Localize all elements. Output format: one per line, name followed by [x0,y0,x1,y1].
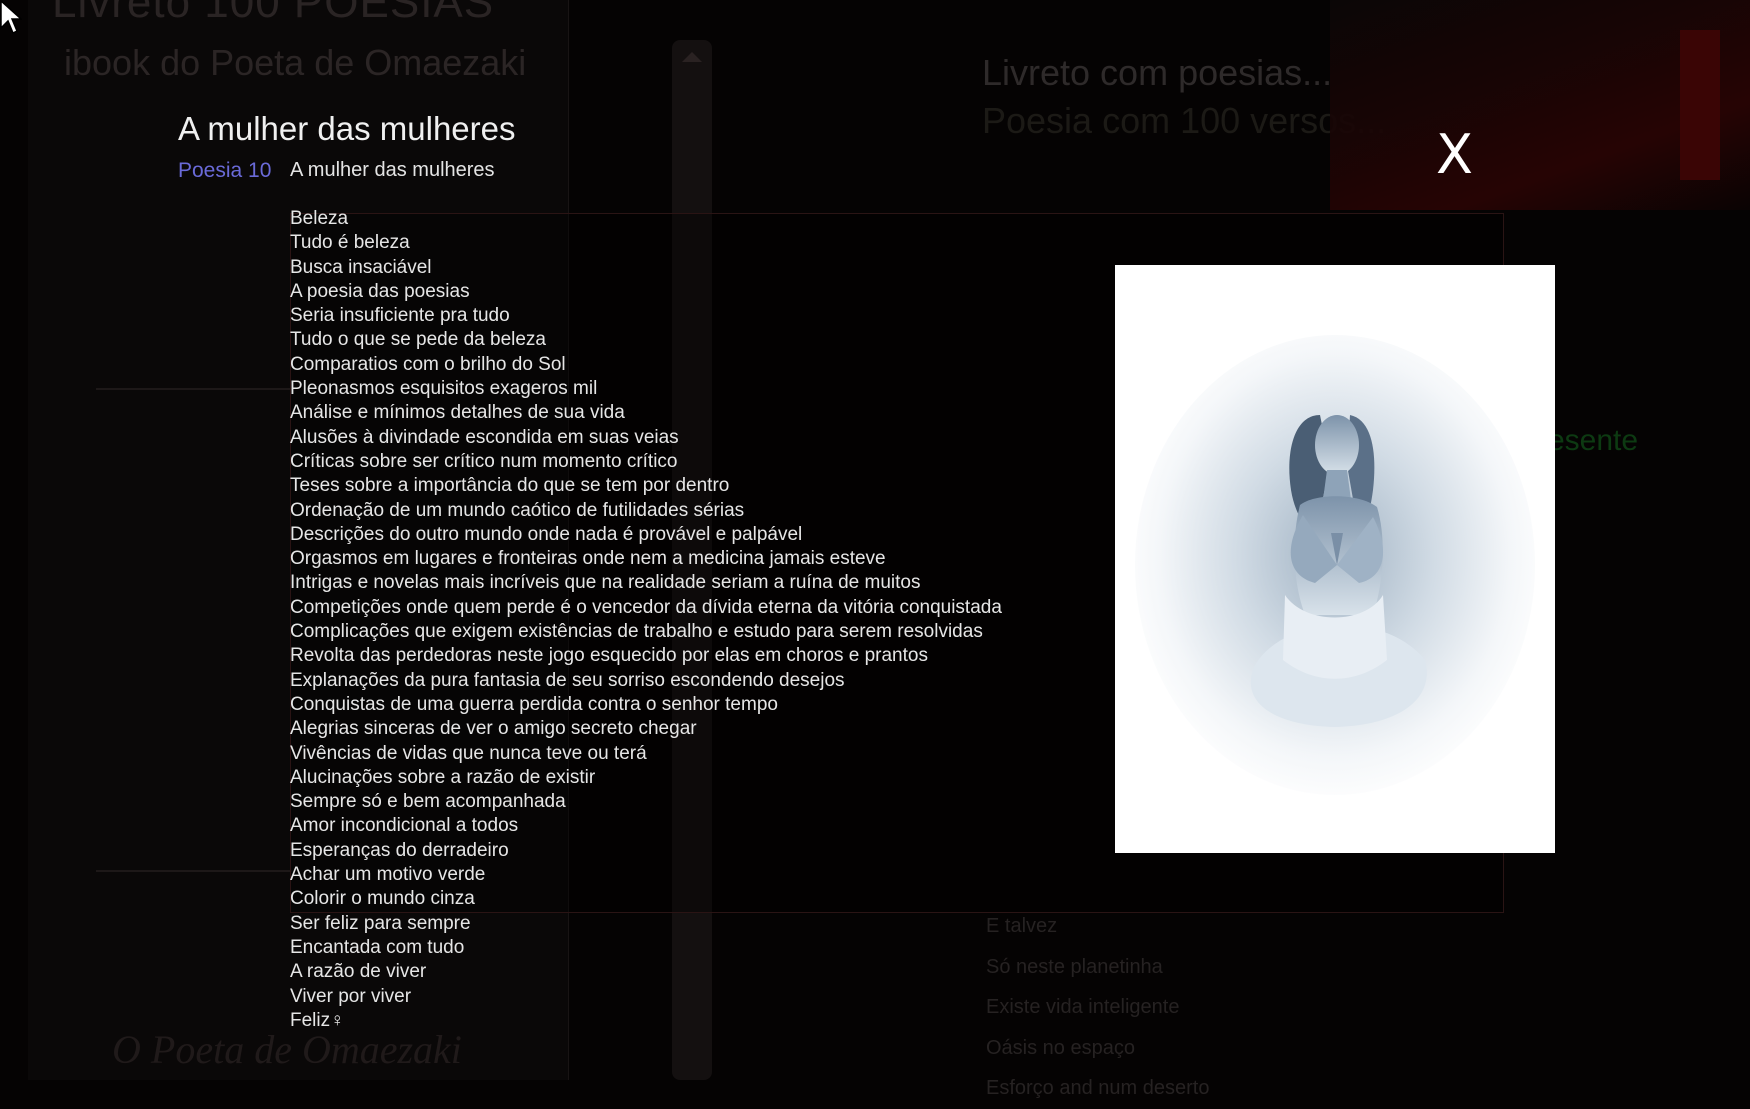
verse-line: Achar um motivo verde [290,864,486,886]
verse-line: Tudo é beleza [290,232,410,254]
verse-line: Ordenação de um mundo caótico de futilid… [290,499,745,521]
bg-lower-item: Só neste planetinha [986,955,1163,978]
verse-line: Sempre só e bem acompanhada [290,791,566,813]
verse-line: Esperanças do derradeiro [290,839,509,861]
verse-line: Feliz♀ [290,1009,345,1031]
verse-line: Seria insuficiente pra tudo [290,305,510,327]
verse-line: Críticas sobre ser crítico num momento c… [290,450,678,472]
bg-divider [96,870,292,872]
verse-line: Pleonasmos esquisitos exageros mil [290,378,598,400]
poem-name: A mulher das mulheres [290,159,495,181]
bg-book-title: Livreto 100 POESIAS [52,0,495,27]
verse-line: Alucinações sobre a razão de existir [290,766,596,788]
verse-line: Colorir o mundo cinza [290,888,475,910]
verse-line: Busca insaciável [290,256,432,278]
verse-line: Complicações que exigem existências de t… [290,621,983,643]
verse-line: Ser feliz para sempre [290,912,471,934]
verse-line: Vivências de vidas que nunca teve ou ter… [290,742,647,764]
verse-line: Análise e mínimos detalhes de sua vida [290,402,625,424]
bg-green-heading: esente [1548,424,1639,457]
verse-line: Beleza [290,208,349,229]
bg-lower-item: Oásis no espaço [986,1036,1135,1059]
verse-line: Explanações da pura fantasia de seu sorr… [290,669,845,691]
verse-line: Viver por viver [290,985,412,1007]
mouse-pointer-icon [0,0,22,35]
verse-line: Amor incondicional a todos [290,815,519,837]
modal-title: A mulher das mulheres [178,110,516,147]
bg-right-heading-1: Livreto com poesias... [982,52,1333,93]
woman-meditating-illustration [1115,265,1555,853]
close-button[interactable]: X [1436,128,1473,182]
bg-book-subtitle: ibook do Poeta de Omaezaki [64,42,527,83]
poem-number: Poesia 10 [178,159,272,182]
bg-lower-item: Existe vida inteligente [986,996,1180,1018]
verse-line: Encantada com tudo [290,936,465,958]
verse-line: Alusões à divindade escondida em suas ve… [290,426,679,448]
poem-illustration [1115,265,1555,853]
verse-line: Intrigas e novelas mais incríveis que na… [290,572,921,594]
close-icon[interactable]: X [1436,123,1473,186]
verse-line: A poesia das poesias [290,280,470,302]
bg-right-heading-2: Poesia com 100 versos... [982,100,1387,141]
verse-line: Revolta das perdedoras neste jogo esquec… [290,645,928,667]
verse-line: Orgasmos em lugares e fronteiras onde ne… [290,548,886,570]
verse-line: Comparatios com o brilho do Sol [290,353,566,375]
verse-line: Alegrias sinceras de ver o amigo secreto… [290,718,697,740]
bg-lower-item: Esforço and num deserto [986,1077,1210,1099]
bg-lower-list: E talvez Só neste planetinha Existe vida… [986,906,1209,1109]
verse-line: Descrições do outro mundo onde nada é pr… [290,523,803,545]
bg-scroll-up-icon [682,52,702,62]
verse-line: Competições onde quem perde é o vencedor… [290,596,1002,618]
bg-decorative-bar [1680,30,1720,180]
verse-line: Tudo o que se pede da beleza [290,329,546,351]
verse-list: Beleza Tudo é beleza Busca insaciável A … [290,207,1002,1033]
verse-line: A razão de viver [290,961,427,983]
verse-line: Teses sobre a importância do que se tem … [290,475,730,497]
verse-line: Conquistas de uma guerra perdida contra … [290,693,778,715]
bg-divider [96,388,292,390]
